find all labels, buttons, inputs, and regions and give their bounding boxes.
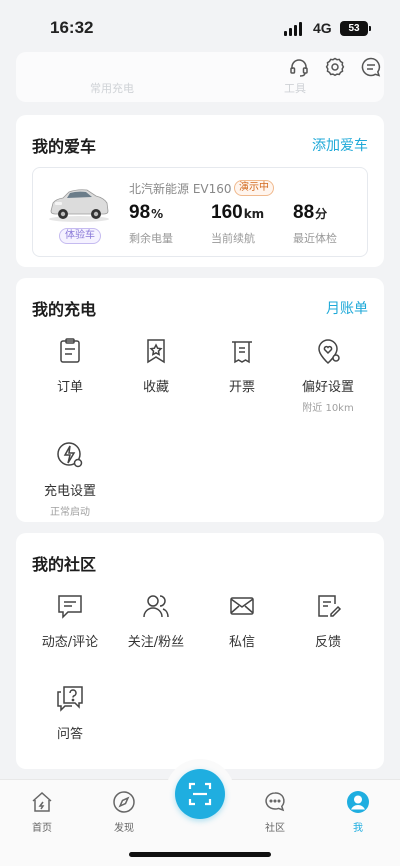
- mail-icon: [230, 597, 254, 615]
- community-follow-label: 关注/粉丝: [127, 635, 185, 650]
- comment-icon: [58, 595, 82, 619]
- tab-home[interactable]: 首页: [12, 790, 72, 834]
- range-value: 160: [211, 202, 243, 223]
- range-label: 当前续航: [211, 232, 255, 245]
- tab-community[interactable]: 社区: [245, 790, 305, 834]
- community-feedback-label: 反馈: [314, 635, 341, 650]
- charge-preferences[interactable]: 偏好设置 附近 10km: [288, 336, 368, 414]
- my-community-title: 我的社区: [32, 555, 97, 574]
- my-car-card: 我的爱车 添加爱车 体验车 北汽新能源 EV160 演示中 98% 剩余电量 1…: [16, 115, 384, 267]
- location-heart-icon: [318, 339, 340, 365]
- charge-settings[interactable]: 充电设置 正常启动: [30, 440, 110, 518]
- tab-home-label: 首页: [32, 823, 52, 834]
- faded-tab-right[interactable]: 工具: [284, 80, 306, 96]
- chat-bubble-icon: [265, 792, 285, 812]
- community-messages-label: 私信: [228, 635, 255, 650]
- home-icon: [32, 791, 52, 812]
- battery-value: 98: [129, 202, 151, 223]
- charge-orders[interactable]: 订单: [30, 336, 110, 395]
- charge-orders-label: 订单: [56, 380, 83, 395]
- community-posts[interactable]: 动态/评论: [30, 591, 110, 650]
- status-bar: 16:32 4G 53: [0, 0, 400, 48]
- battery-stat: 98% 剩余电量: [129, 202, 173, 246]
- faded-tab-left[interactable]: 常用充电: [90, 80, 134, 96]
- my-car-title: 我的爱车: [32, 137, 97, 156]
- tab-me[interactable]: 我: [328, 790, 388, 834]
- car-info-box[interactable]: 体验车 北汽新能源 EV160 演示中 98% 剩余电量 160km 当前续航 …: [32, 167, 368, 257]
- charge-settings-label: 充电设置: [43, 484, 96, 499]
- community-qa-label: 问答: [56, 727, 83, 742]
- my-charge-card: 我的充电 月账单 订单 收藏 开票 偏好设置 附近 10km 充电设置 正常启动: [16, 278, 384, 522]
- battery-unit: %: [151, 207, 164, 221]
- community-feedback[interactable]: 反馈: [288, 591, 368, 650]
- users-icon: [143, 595, 169, 618]
- battery-label: 剩余电量: [129, 232, 173, 245]
- bookmark-star-icon: [147, 339, 165, 364]
- charge-favorites[interactable]: 收藏: [116, 336, 196, 395]
- headset-icon[interactable]: [288, 56, 310, 78]
- battery-icon: 53: [340, 21, 371, 36]
- compass-icon: [113, 791, 135, 813]
- charge-settings-sub: 正常启动: [50, 507, 90, 518]
- clipboard-icon: [60, 338, 80, 363]
- car-model-name: 北汽新能源 EV160: [129, 182, 232, 196]
- feedback-edit-icon: [318, 595, 342, 617]
- tab-me-label: 我: [353, 823, 363, 834]
- message-icon[interactable]: [360, 56, 382, 78]
- trial-car-badge: 体验车: [59, 228, 101, 244]
- home-indicator: [129, 852, 271, 857]
- charge-favorites-label: 收藏: [142, 380, 169, 395]
- signal-icon: [284, 22, 302, 36]
- car-image: [49, 189, 109, 222]
- monthly-bill-link[interactable]: 月账单: [326, 298, 368, 318]
- community-posts-label: 动态/评论: [41, 635, 99, 650]
- demo-badge: 演示中: [234, 180, 274, 196]
- charge-invoice-label: 开票: [228, 380, 255, 395]
- scan-icon: [188, 782, 212, 806]
- my-community-card: 我的社区 动态/评论 关注/粉丝 私信 反馈 问答: [16, 533, 384, 769]
- range-stat: 160km 当前续航: [211, 202, 264, 246]
- status-time: 16:32: [50, 18, 94, 37]
- top-icons: [288, 56, 382, 78]
- check-value: 88: [293, 202, 315, 223]
- charge-preferences-sub: 附近 10km: [302, 403, 354, 414]
- network-label: 4G: [313, 20, 332, 36]
- question-icon: [57, 686, 83, 712]
- community-follow[interactable]: 关注/粉丝: [116, 591, 196, 650]
- check-unit: 分: [315, 207, 328, 221]
- check-stat: 88分 最近体检: [293, 202, 337, 246]
- lightning-gear-icon: [57, 442, 83, 468]
- tab-discover[interactable]: 发现: [94, 790, 154, 834]
- community-qa[interactable]: 问答: [30, 683, 110, 742]
- check-label: 最近体检: [293, 232, 337, 245]
- charge-invoice[interactable]: 开票: [202, 336, 282, 395]
- invoice-icon: [232, 341, 252, 364]
- add-car-link[interactable]: 添加爱车: [312, 135, 368, 155]
- my-charge-title: 我的充电: [32, 300, 97, 319]
- tab-community-label: 社区: [265, 823, 285, 834]
- tab-discover-label: 发现: [114, 823, 134, 834]
- charge-preferences-label: 偏好设置: [301, 380, 354, 395]
- community-messages[interactable]: 私信: [202, 591, 282, 650]
- user-avatar-icon: [347, 791, 369, 813]
- range-unit: km: [243, 207, 265, 221]
- gear-icon[interactable]: [324, 56, 346, 78]
- scan-button[interactable]: [175, 769, 225, 819]
